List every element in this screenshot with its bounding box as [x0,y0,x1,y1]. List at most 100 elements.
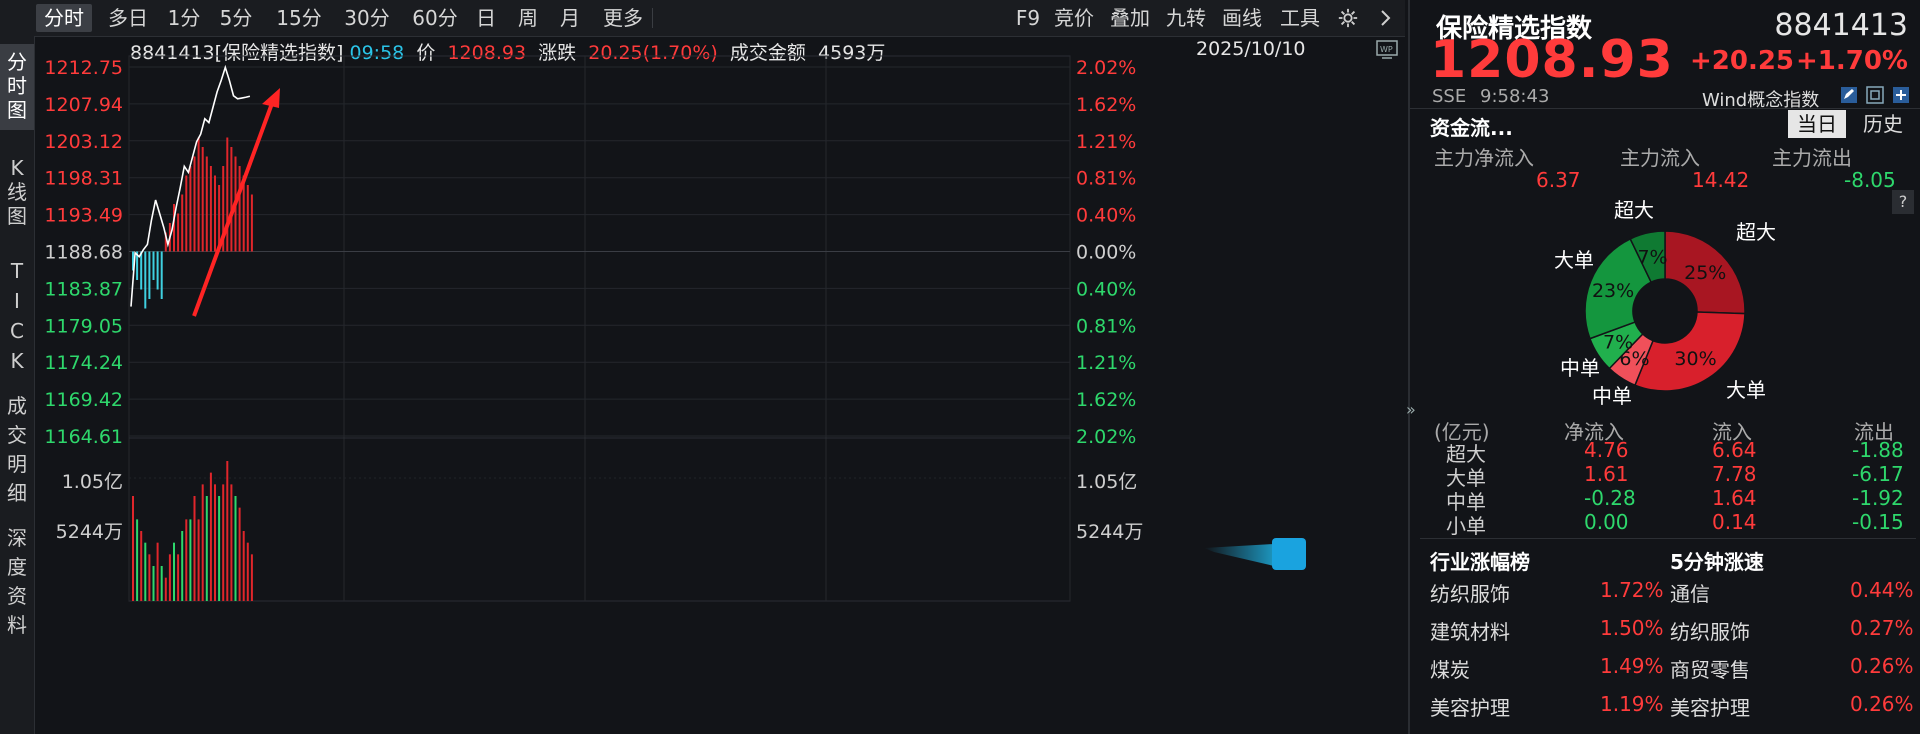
flow-row-value: 1.64 [1712,486,1757,510]
tab-more[interactable]: 更多 [598,4,648,32]
volume-tick-right: 1.05亿 [1076,471,1137,493]
donut-slice-label: 25% [1684,262,1726,284]
tab-30min[interactable]: 30分 [338,4,396,32]
divider [1410,108,1920,109]
flow-row-value: -0.15 [1852,510,1904,534]
y-tick-left: 1169.42 [44,389,123,411]
flow-row-value: 0.00 [1584,510,1629,534]
flow-row-value: 6.64 [1712,438,1757,462]
tab-week[interactable]: 周 [512,4,544,32]
tab-intraday[interactable]: 分时 [36,4,92,32]
tab-1min[interactable]: 1分 [162,4,206,32]
donut-slice-label: 7% [1603,332,1633,354]
industry-name[interactable]: 纺织服饰 [1430,578,1510,607]
main-outflow-label: 主力流出 [1772,146,1852,170]
donut-slice-label: 30% [1674,348,1716,370]
fund-flow-title: 资金流... [1430,116,1513,140]
top-toolbar: 分时 多日 1分 5分 15分 30分 60分 日 周 月 更多 F9 竞价 叠… [0,0,1405,37]
edit-icon[interactable] [1840,86,1858,108]
y-tick-left: 1198.31 [44,168,123,190]
copy-icon[interactable] [1866,86,1884,108]
tools-button[interactable]: 工具 [1276,4,1324,32]
speed-name[interactable]: 纺织服饰 [1670,616,1750,645]
auction-button[interactable]: 竞价 [1050,4,1098,32]
left-view-tabs: 分时图 K线图 TICK 成交明细 深度资料 [0,36,35,734]
intraday-chart[interactable]: 8841413[保险精选指数] 09:58 价 1208.93 涨跌 20.25… [34,36,1405,734]
industry-name[interactable]: 美容护理 [1430,692,1510,721]
chevron-right-icon[interactable] [1372,4,1400,32]
gear-icon[interactable] [1332,4,1364,32]
tab-multiday[interactable]: 多日 [100,4,156,32]
decorative-glow [1204,544,1274,566]
volume-tick-right: 5244万 [1076,521,1143,543]
industry-pct[interactable]: 1.19% [1600,692,1664,716]
quote-price: 1208.93 [1430,30,1674,90]
volume-tick-left: 5244万 [56,521,123,543]
main-net-inflow-label: 主力净流入 [1434,146,1534,170]
left-tab-intraday[interactable]: 分时图 [0,44,34,130]
tab-today[interactable]: 当日 [1788,110,1846,138]
left-tab-label: K线图 [7,156,27,228]
y-tick-left: 1207.94 [44,94,123,116]
chart-frame [128,55,1071,602]
donut-label-bottom: 中单 [1592,384,1632,408]
speed-pct[interactable]: 0.27% [1850,616,1914,640]
industry-name[interactable]: 煤炭 [1430,654,1470,683]
speed-pct[interactable]: 0.44% [1850,578,1914,602]
tab-5min[interactable]: 5分 [214,4,258,32]
collapse-panel-icon[interactable]: » [1406,400,1416,419]
flow-row-value: 7.78 [1712,462,1757,486]
donut-slice-label: 23% [1592,280,1634,302]
divider [1420,538,1916,539]
speed-pct[interactable]: 0.26% [1850,692,1914,716]
flow-row-value: 0.14 [1712,510,1757,534]
y-tick-left: 1193.49 [44,205,123,227]
main-inflow-value: 14.42 [1692,168,1750,192]
y-tick-right: 0.40% [1076,205,1136,227]
speed-name[interactable]: 通信 [1670,578,1710,607]
quote-time: 9:58:43 [1480,86,1550,107]
left-tab-tick[interactable]: TICK [0,250,34,373]
chart-canvas: 1212.75 2.02% 1207.94 1.62% 1203.12 1.21% 1198… [44,55,1306,602]
speed-name[interactable]: 商贸零售 [1670,654,1750,683]
flow-table-body: 超大 4.76 6.64 -1.88 大单 1.61 7.78 -6.17 中单 -0.28 1.6… [1410,438,1920,538]
industry-pct[interactable]: 1.49% [1600,654,1664,678]
y-tick-left: 1164.61 [44,426,123,448]
add-icon[interactable] [1892,86,1910,108]
donut-label-left-bottom: 中单 [1560,356,1600,380]
industry-name[interactable]: 建筑材料 [1430,616,1510,645]
industry-pct[interactable]: 1.50% [1600,616,1664,640]
flow-row-value: 4.76 [1584,438,1629,462]
left-tab-trade-detail[interactable]: 成交明细 [0,386,34,506]
y-tick-right: 0.81% [1076,168,1136,190]
draw-line-button[interactable]: 画线 [1218,4,1266,32]
trend-arrow-head [262,88,280,108]
left-tab-label: 深度资料 [7,526,27,637]
donut-label-left-top: 大单 [1554,248,1594,272]
speed-pct[interactable]: 0.26% [1850,654,1914,678]
industry-pct[interactable]: 1.72% [1600,578,1664,602]
help-button[interactable]: ? [1892,190,1914,214]
quote-panel: 保险精选指数 8841413 1208.93 +20.25 +1.70% SSE… [1408,0,1920,734]
y-tick-left: 1203.12 [44,131,123,153]
overlay-button[interactable]: 叠加 [1106,4,1154,32]
tab-15min[interactable]: 15分 [270,4,328,32]
y-tick-right: 1.21% [1076,352,1136,374]
left-tab-label: 分时图 [7,50,27,122]
speed-name[interactable]: 美容护理 [1670,692,1750,721]
donut-label-right-top: 超大 [1736,220,1776,244]
y-tick-right: 1.21% [1076,131,1136,153]
main-inflow-label: 主力流入 [1620,146,1700,170]
tab-day[interactable]: 日 [470,4,502,32]
nine-turn-button[interactable]: 九转 [1162,4,1210,32]
main-outflow-value: -8.05 [1844,168,1896,192]
f9-button[interactable]: F9 [1012,4,1044,32]
tab-month[interactable]: 月 [554,4,586,32]
left-tab-depth-info[interactable]: 深度资料 [0,518,34,638]
y-tick-right: 2.02% [1076,57,1136,79]
quote-pct: +1.70% [1796,46,1908,76]
tab-60min[interactable]: 60分 [406,4,464,32]
quote-exchange: SSE [1432,86,1467,107]
left-tab-kline[interactable]: K线图 [0,150,34,236]
tab-history[interactable]: 历史 [1854,110,1912,138]
